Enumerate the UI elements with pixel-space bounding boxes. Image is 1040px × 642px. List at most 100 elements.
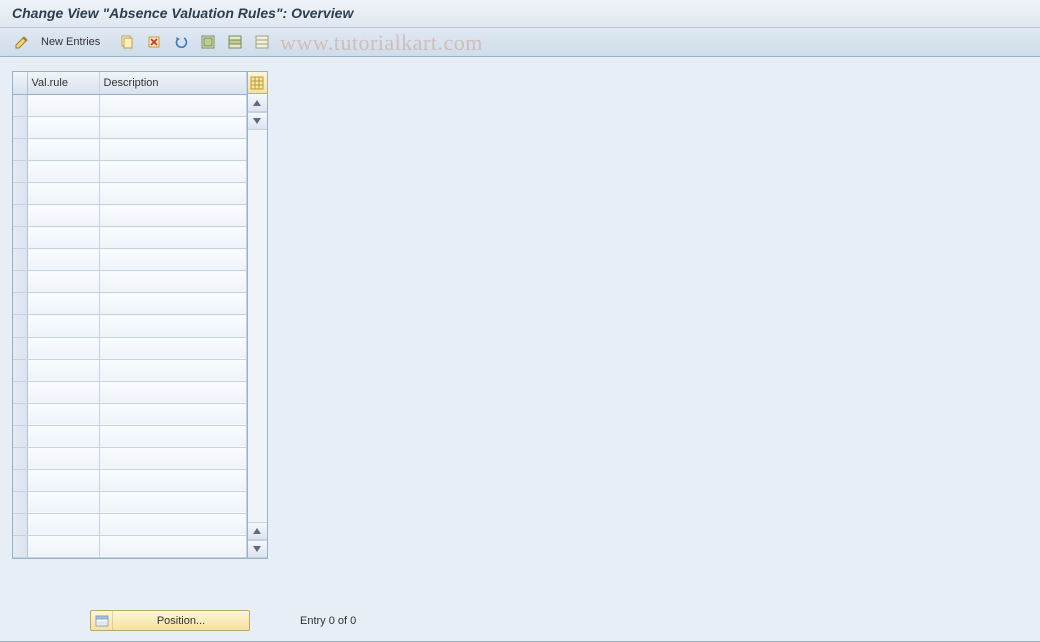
triangle-up-icon: [253, 528, 261, 534]
cell-description[interactable]: [99, 271, 246, 293]
table-settings-button[interactable]: [248, 72, 267, 94]
row-selector[interactable]: [13, 469, 27, 491]
cell-description[interactable]: [99, 117, 246, 139]
select-block-button[interactable]: [223, 32, 247, 52]
cell-description[interactable]: [99, 161, 246, 183]
cell-valrule[interactable]: [27, 315, 99, 337]
row-selector[interactable]: [13, 161, 27, 183]
cell-description[interactable]: [99, 535, 246, 557]
deselect-all-button[interactable]: [250, 32, 274, 52]
cell-valrule[interactable]: [27, 139, 99, 161]
delete-button[interactable]: [142, 32, 166, 52]
row-selector[interactable]: [13, 95, 27, 117]
select-all-button[interactable]: [196, 32, 220, 52]
table-row: [13, 117, 246, 139]
row-selector[interactable]: [13, 513, 27, 535]
position-button[interactable]: Position...: [90, 610, 250, 631]
row-selector[interactable]: [13, 117, 27, 139]
cell-description[interactable]: [99, 205, 246, 227]
table-row: [13, 359, 246, 381]
row-selector[interactable]: [13, 535, 27, 557]
pencil-icon: [14, 34, 30, 50]
cell-valrule[interactable]: [27, 513, 99, 535]
cell-valrule[interactable]: [27, 447, 99, 469]
cell-valrule[interactable]: [27, 205, 99, 227]
row-selector[interactable]: [13, 425, 27, 447]
copy-icon: [119, 34, 135, 50]
cell-valrule[interactable]: [27, 161, 99, 183]
table-row: [13, 227, 246, 249]
cell-description[interactable]: [99, 491, 246, 513]
row-selector[interactable]: [13, 249, 27, 271]
cell-valrule[interactable]: [27, 271, 99, 293]
row-selector[interactable]: [13, 447, 27, 469]
row-selector[interactable]: [13, 403, 27, 425]
cell-description[interactable]: [99, 183, 246, 205]
row-selector[interactable]: [13, 271, 27, 293]
triangle-up-icon: [253, 100, 261, 106]
cell-valrule[interactable]: [27, 293, 99, 315]
cell-description[interactable]: [99, 447, 246, 469]
cell-valrule[interactable]: [27, 469, 99, 491]
cell-description[interactable]: [99, 403, 246, 425]
cell-valrule[interactable]: [27, 227, 99, 249]
cell-description[interactable]: [99, 381, 246, 403]
table-row: [13, 315, 246, 337]
cell-description[interactable]: [99, 293, 246, 315]
cell-valrule[interactable]: [27, 381, 99, 403]
cell-valrule[interactable]: [27, 249, 99, 271]
row-selector[interactable]: [13, 293, 27, 315]
scrollbar-space[interactable]: [248, 130, 267, 522]
cell-valrule[interactable]: [27, 117, 99, 139]
edit-button[interactable]: [10, 32, 34, 52]
triangle-down-icon: [253, 546, 261, 552]
row-selector[interactable]: [13, 381, 27, 403]
cell-description[interactable]: [99, 139, 246, 161]
cell-description[interactable]: [99, 249, 246, 271]
table-row: [13, 271, 246, 293]
undo-button[interactable]: [169, 32, 193, 52]
cell-description[interactable]: [99, 227, 246, 249]
new-entries-button[interactable]: New Entries: [37, 32, 104, 52]
position-label: Position...: [113, 615, 249, 627]
cell-valrule[interactable]: [27, 359, 99, 381]
column-header-description[interactable]: Description: [99, 72, 246, 95]
table-row: [13, 491, 246, 513]
row-selector-header[interactable]: [13, 72, 27, 95]
row-selector[interactable]: [13, 337, 27, 359]
cell-valrule[interactable]: [27, 95, 99, 117]
scroll-down-button-lower[interactable]: [248, 540, 267, 558]
cell-valrule[interactable]: [27, 183, 99, 205]
row-selector[interactable]: [13, 359, 27, 381]
table-row: [13, 95, 246, 117]
cell-description[interactable]: [99, 359, 246, 381]
cell-valrule[interactable]: [27, 425, 99, 447]
row-selector[interactable]: [13, 227, 27, 249]
scroll-down-button[interactable]: [248, 112, 267, 130]
copy-button[interactable]: [115, 32, 139, 52]
triangle-down-icon: [253, 118, 261, 124]
cell-description[interactable]: [99, 513, 246, 535]
row-selector[interactable]: [13, 491, 27, 513]
row-selector[interactable]: [13, 183, 27, 205]
cell-description[interactable]: [99, 337, 246, 359]
undo-icon: [173, 34, 189, 50]
header-row: Val.rule Description: [13, 72, 246, 95]
cell-valrule[interactable]: [27, 491, 99, 513]
row-selector[interactable]: [13, 139, 27, 161]
cell-valrule[interactable]: [27, 535, 99, 557]
cell-description[interactable]: [99, 315, 246, 337]
cell-valrule[interactable]: [27, 337, 99, 359]
cell-valrule[interactable]: [27, 403, 99, 425]
cell-description[interactable]: [99, 469, 246, 491]
select-block-icon: [227, 34, 243, 50]
scroll-up-button[interactable]: [248, 94, 267, 112]
row-selector[interactable]: [13, 205, 27, 227]
table-row: [13, 205, 246, 227]
column-header-valrule[interactable]: Val.rule: [27, 72, 99, 95]
scroll-up-button-lower[interactable]: [248, 522, 267, 540]
cell-description[interactable]: [99, 95, 246, 117]
cell-description[interactable]: [99, 425, 246, 447]
row-selector[interactable]: [13, 315, 27, 337]
table-row: [13, 183, 246, 205]
